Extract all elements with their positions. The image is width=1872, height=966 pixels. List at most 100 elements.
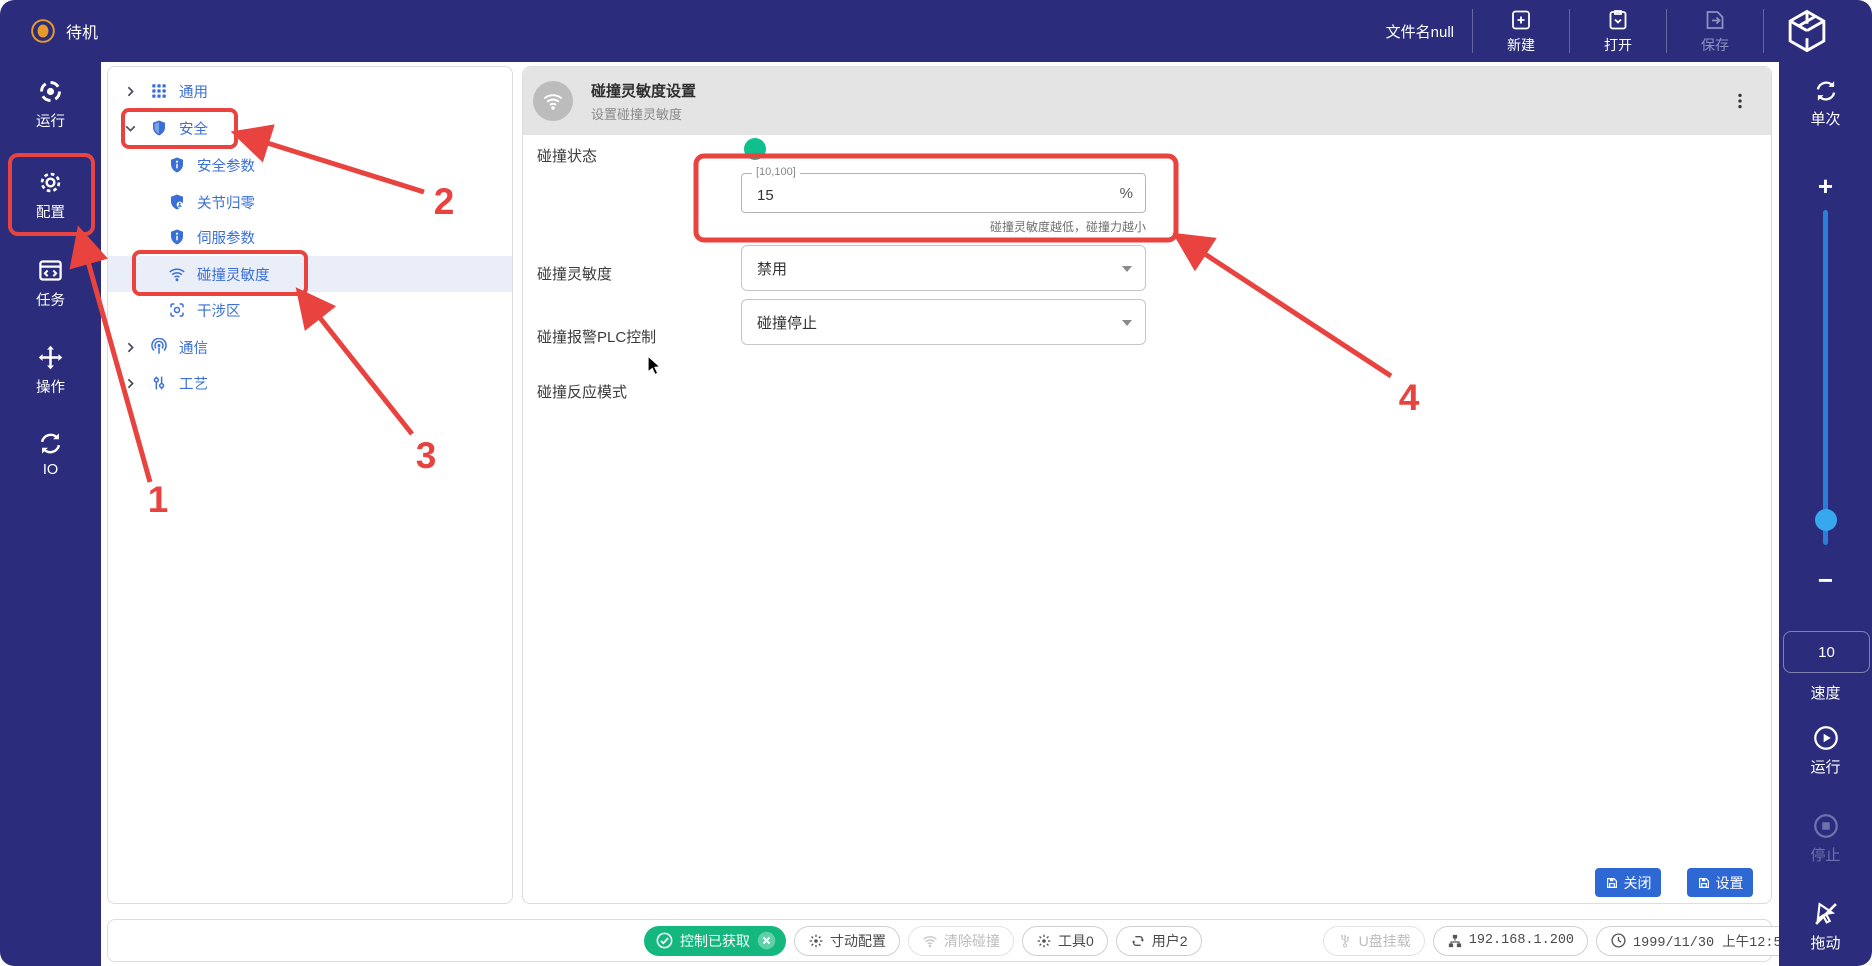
- filename-label: 文件名null: [1386, 21, 1454, 42]
- sidebar-item-task[interactable]: 任务: [0, 257, 101, 310]
- sync-arrows-icon: [1813, 78, 1839, 104]
- sidebar-item-io[interactable]: IO: [0, 430, 101, 478]
- jog-icon: [1036, 933, 1052, 949]
- plc-control-select[interactable]: 禁用: [741, 245, 1146, 291]
- plc-control-label: 碰撞报警PLC控制: [537, 326, 656, 347]
- stop-button[interactable]: 停止: [1779, 812, 1872, 865]
- clear-collision-button[interactable]: 清除碰撞: [908, 926, 1014, 956]
- shield-info-icon: [168, 156, 186, 174]
- page-title: 碰撞灵敏度设置: [591, 80, 696, 101]
- panel-avatar: [533, 81, 573, 121]
- settings-tree-panel: 通用 安全 安全参数 关节归零 伺服参数 碰撞灵敏度: [107, 66, 513, 904]
- sync-arrows-icon: [37, 430, 64, 457]
- new-file-button[interactable]: 新建: [1473, 0, 1569, 62]
- tree-item-servo-params[interactable]: 伺服参数: [108, 219, 512, 255]
- rotate-icon: [1130, 933, 1146, 949]
- panel-header: 碰撞灵敏度设置 设置碰撞灵敏度: [523, 67, 1771, 135]
- speed-increase-button[interactable]: +: [1779, 176, 1872, 196]
- shield-badge-icon: [168, 193, 186, 211]
- check-circle-icon: [655, 931, 674, 950]
- right-sidebar: 单次 + − 10 速度 运行 停止 拖动: [1779, 62, 1872, 966]
- tree-item-joint-zero[interactable]: 关节归零: [108, 184, 512, 220]
- speed-slider-thumb[interactable]: [1815, 509, 1837, 531]
- tree-item-security[interactable]: 安全: [108, 110, 512, 146]
- tool-button[interactable]: 工具0: [1022, 926, 1108, 956]
- wifi-icon: [922, 933, 938, 949]
- wifi-icon: [168, 265, 186, 283]
- sensitivity-hint: 碰撞灵敏度越低，碰撞力越小: [741, 218, 1146, 235]
- usb-mount-button[interactable]: U盘挂载: [1323, 926, 1425, 956]
- scan-frame-icon: [168, 301, 186, 319]
- collision-status-indicator: [744, 138, 766, 160]
- chevron-down-icon: [122, 120, 139, 137]
- tree-item-collision-sensitivity[interactable]: 碰撞灵敏度: [108, 256, 512, 292]
- task-window-icon: [37, 257, 64, 284]
- tree-item-interference-zone[interactable]: 干涉区: [108, 292, 512, 328]
- jog-config-button[interactable]: 寸动配置: [794, 926, 900, 956]
- tree-item-security-params[interactable]: 安全参数: [108, 147, 512, 183]
- collision-status-label: 碰撞状态: [537, 145, 597, 166]
- speed-slider-track[interactable]: [1823, 210, 1828, 545]
- process-icon: [150, 374, 168, 392]
- speed-value: 10: [1783, 631, 1870, 673]
- kebab-icon: [1731, 88, 1749, 114]
- target-icon: [37, 78, 64, 105]
- drag-mode-button[interactable]: 拖动: [1779, 900, 1872, 953]
- run-button[interactable]: 运行: [1779, 724, 1872, 777]
- sensitivity-unit-label: %: [1120, 185, 1133, 202]
- left-sidebar: 运行 配置 任务 操作 IO: [0, 62, 101, 966]
- save-icon: [1703, 8, 1727, 32]
- jog-icon: [808, 933, 824, 949]
- open-file-button[interactable]: 打开: [1570, 0, 1666, 62]
- set-button[interactable]: 设置: [1687, 868, 1753, 897]
- gear-icon: [37, 169, 64, 196]
- new-file-icon: [1509, 8, 1533, 32]
- chevron-down-icon: [1122, 320, 1132, 326]
- save-button[interactable]: 保存: [1667, 0, 1763, 62]
- sidebar-item-run[interactable]: 运行: [0, 78, 101, 131]
- standby-status-icon: [30, 18, 56, 44]
- reaction-mode-select[interactable]: 碰撞停止: [741, 299, 1146, 345]
- tree-item-process[interactable]: 工艺: [108, 365, 512, 401]
- stop-icon: [1812, 812, 1840, 840]
- speed-label: 速度: [1779, 682, 1872, 703]
- chevron-right-icon: [122, 83, 139, 100]
- page-subtitle: 设置碰撞灵敏度: [591, 104, 682, 123]
- speed-decrease-button[interactable]: −: [1779, 570, 1872, 590]
- open-file-icon: [1606, 8, 1630, 32]
- cycle-mode-button[interactable]: 单次: [1779, 78, 1872, 129]
- top-bar: 待机 文件名null 新建 打开 保存: [0, 0, 1872, 62]
- tree-item-general[interactable]: 通用: [108, 73, 512, 109]
- user-frame-button[interactable]: 用户2: [1116, 926, 1202, 956]
- floppy-icon: [1605, 876, 1619, 890]
- grid-icon: [150, 82, 168, 100]
- sensitivity-input-box: [10,100] %: [741, 173, 1146, 213]
- move-arrows-icon: [37, 344, 64, 371]
- ip-address-pill[interactable]: 192.168.1.200: [1433, 926, 1588, 956]
- sensitivity-label: 碰撞灵敏度: [537, 263, 612, 284]
- control-acquired-pill[interactable]: 控制已获取: [644, 926, 786, 956]
- shield-info-icon: [168, 228, 186, 246]
- standby-status-label: 待机: [66, 19, 98, 43]
- sidebar-item-config[interactable]: 配置: [0, 169, 101, 222]
- drag-icon: [1812, 900, 1840, 928]
- chevron-right-icon: [122, 375, 139, 392]
- sidebar-item-operate[interactable]: 操作: [0, 344, 101, 397]
- floppy-icon: [1697, 876, 1711, 890]
- tree-item-communication[interactable]: 通信: [108, 329, 512, 365]
- release-control-icon[interactable]: [756, 930, 777, 951]
- play-icon: [1812, 724, 1840, 752]
- more-options-button[interactable]: [1729, 87, 1751, 115]
- usb-icon: [1337, 933, 1353, 949]
- status-bar: 控制已获取 寸动配置 清除碰撞 工具0 用户2: [107, 919, 1772, 962]
- brand-logo-icon: [1784, 8, 1830, 54]
- network-icon: [1447, 933, 1463, 949]
- app-window: 待机 文件名null 新建 打开 保存: [0, 0, 1872, 966]
- broadcast-icon: [150, 338, 168, 356]
- content-area: 通用 安全 安全参数 关节归零 伺服参数 碰撞灵敏度: [101, 62, 1779, 966]
- sensitivity-input[interactable]: [742, 174, 1145, 212]
- clock-icon: [1610, 932, 1627, 949]
- close-button[interactable]: 关闭: [1595, 868, 1661, 897]
- settings-panel: 碰撞灵敏度设置 设置碰撞灵敏度 碰撞状态 碰撞灵敏度 [10,100] % 碰撞…: [522, 66, 1772, 904]
- chevron-right-icon: [122, 339, 139, 356]
